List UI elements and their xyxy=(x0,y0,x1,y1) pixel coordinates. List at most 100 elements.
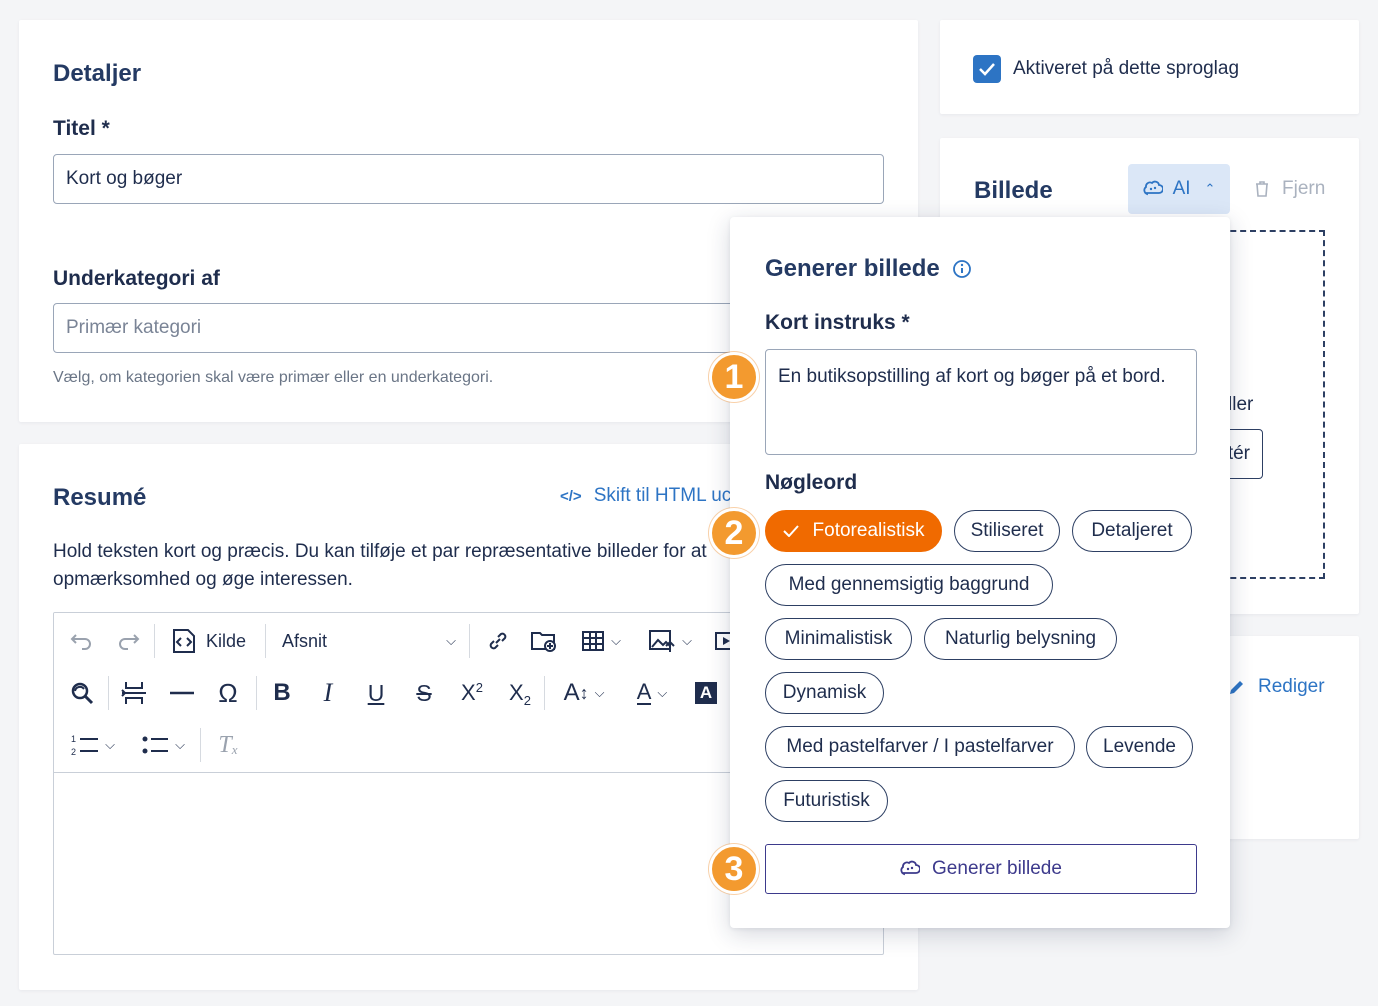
pencil-icon xyxy=(1230,681,1243,694)
link-icon[interactable] xyxy=(482,625,514,657)
keyword-chip-label: Stiliseret xyxy=(970,520,1044,541)
summary-heading: Resumé xyxy=(53,484,147,511)
keyword-chip[interactable]: Stiliseret xyxy=(954,510,1060,552)
keyword-chip[interactable]: Levende xyxy=(1086,726,1193,768)
source-label: Kilde xyxy=(206,630,247,651)
prompt-label: Kort instruks * xyxy=(765,311,910,334)
numbered-list-icon[interactable]: 1 2 ⌵ xyxy=(64,729,122,761)
toolbar-separator xyxy=(265,624,266,658)
keyword-chip[interactable]: Detaljeret xyxy=(1072,510,1192,552)
html-toggle-link[interactable]: </> Skift til HTML uc xyxy=(560,485,731,507)
ai-button-label: AI xyxy=(1172,178,1191,199)
keyword-chip-label: Detaljeret xyxy=(1091,520,1173,541)
chevron-down-icon: ⌵ xyxy=(682,633,692,648)
subcategory-placeholder: Primær kategori xyxy=(66,317,202,338)
generate-heading: Generer billede xyxy=(765,255,972,283)
horizontal-line-icon[interactable] xyxy=(166,677,198,709)
bold-icon[interactable]: B xyxy=(266,677,298,709)
keyword-chip-label: Naturlig belysning xyxy=(944,628,1097,649)
italic-icon[interactable]: I xyxy=(312,677,344,709)
keyword-chip[interactable]: Med gennemsigtig baggrund xyxy=(765,564,1053,606)
paragraph-select-label: Afsnit xyxy=(282,630,328,651)
remove-button-label: Fjern xyxy=(1282,178,1326,199)
chevron-down-icon: ⌵ xyxy=(175,737,185,752)
background-color-icon[interactable]: A xyxy=(690,677,722,709)
toolbar-separator xyxy=(154,624,155,658)
language-checkbox[interactable] xyxy=(973,55,1001,83)
generate-button-label: Generer billede xyxy=(932,858,1062,879)
code-icon: </> xyxy=(560,487,582,505)
generate-button[interactable]: Generer billede xyxy=(765,844,1197,894)
title-input-value: Kort og bøger xyxy=(66,168,183,189)
keyword-chip[interactable]: Med pastelfarver / I pastelfarver xyxy=(765,726,1075,768)
callout-badge: 3 xyxy=(709,844,759,894)
paragraph-select[interactable]: Afsnit ⌵ xyxy=(282,625,456,657)
generate-image-popover: Generer billede Kort instruks * En butik… xyxy=(730,217,1230,928)
subscript-icon[interactable]: X2 xyxy=(502,677,538,709)
chevron-down-icon: ⌵ xyxy=(594,685,605,700)
summary-description-line1: Hold teksten kort og præcis. Du kan tilf… xyxy=(53,541,707,562)
dropzone-button-label: tér xyxy=(1227,443,1250,464)
subcategory-help: Vælg, om kategorien skal være primær ell… xyxy=(53,369,494,386)
keyword-chip[interactable]: Naturlig belysning xyxy=(924,618,1117,660)
insert-image-icon[interactable]: ⌵ xyxy=(642,625,698,657)
image-heading: Billede xyxy=(974,177,1053,204)
superscript-icon[interactable]: X2 xyxy=(454,677,490,709)
checkmark-icon xyxy=(979,63,995,76)
keyword-chip-label: Levende xyxy=(1103,736,1176,757)
find-replace-icon[interactable] xyxy=(66,677,98,709)
keywords-label: Nøgleord xyxy=(765,471,858,494)
special-characters-icon[interactable]: Ω xyxy=(212,677,244,709)
html-toggle-label: Skift til HTML uc xyxy=(593,485,732,506)
language-checkbox-label: Aktiveret på dette sproglag xyxy=(1013,58,1240,79)
prompt-textarea[interactable]: En butiksopstilling af kort og bøger på … xyxy=(765,349,1197,455)
font-color-icon[interactable]: A ⌵ xyxy=(626,677,678,709)
keyword-chip[interactable]: Futuristisk xyxy=(765,780,888,822)
source-button[interactable]: Kilde xyxy=(170,625,246,657)
strikethrough-icon[interactable]: S xyxy=(408,677,440,709)
keyword-chip-label: Futuristisk xyxy=(783,790,870,811)
brain-icon xyxy=(900,860,921,876)
bulleted-list-icon[interactable]: ⌵ xyxy=(134,729,192,761)
keyword-chip-label: Minimalistisk xyxy=(784,628,893,649)
table-icon[interactable]: ⌵ xyxy=(576,625,626,657)
title-label: Titel * xyxy=(53,117,110,140)
chevron-down-icon: ⌵ xyxy=(446,633,456,648)
edit-link-label: Rediger xyxy=(1258,676,1325,697)
generate-heading-text: Generer billede xyxy=(765,255,940,282)
underline-icon[interactable]: U xyxy=(360,677,392,709)
remove-format-icon[interactable]: Tx xyxy=(212,729,244,761)
toolbar-separator xyxy=(256,676,257,710)
chevron-down-icon: ⌵ xyxy=(611,633,621,648)
redo-icon[interactable] xyxy=(112,625,144,657)
keyword-chip[interactable]: Dynamisk xyxy=(765,672,884,714)
chevron-down-icon: ⌵ xyxy=(105,737,115,752)
summary-description: Hold teksten kort og præcis. Du kan tilf… xyxy=(53,538,773,594)
brain-icon xyxy=(1143,180,1163,196)
keyword-chip-label: Med pastelfarver / I pastelfarver xyxy=(786,736,1054,757)
font-size-icon[interactable]: A ↕ ⌵ xyxy=(554,677,614,709)
info-icon[interactable] xyxy=(952,259,972,279)
source-icon xyxy=(173,629,195,653)
toolbar-separator xyxy=(469,624,470,658)
title-input[interactable]: Kort og bøger xyxy=(53,154,884,204)
keyword-chip-label: Med gennemsigtig baggrund xyxy=(788,574,1030,595)
keyword-chip-label: Dynamisk xyxy=(782,682,867,703)
ai-button[interactable]: AI ⌃ xyxy=(1128,164,1230,214)
language-card: Aktiveret på dette sproglag xyxy=(940,20,1359,114)
keyword-chip[interactable]: Minimalistisk xyxy=(765,618,912,660)
file-manager-icon[interactable] xyxy=(528,625,560,657)
edit-link[interactable]: Rediger xyxy=(1228,676,1325,698)
svg-text:2: 2 xyxy=(71,747,76,757)
details-heading: Detaljer xyxy=(53,60,142,87)
subcategory-label: Underkategori af xyxy=(53,267,220,290)
toolbar-separator xyxy=(544,676,545,710)
callout-badge: 1 xyxy=(709,352,759,402)
undo-icon[interactable] xyxy=(66,625,98,657)
toolbar-separator xyxy=(108,676,109,710)
remove-button[interactable]: Fjern xyxy=(1254,178,1325,200)
summary-description-line2: opmærksomhed og øge interessen. xyxy=(53,569,353,590)
keyword-chip[interactable]: Fotorealistisk xyxy=(765,510,942,552)
prompt-textarea-value: En butiksopstilling af kort og bøger på … xyxy=(778,366,1166,387)
page-break-icon[interactable] xyxy=(118,677,150,709)
